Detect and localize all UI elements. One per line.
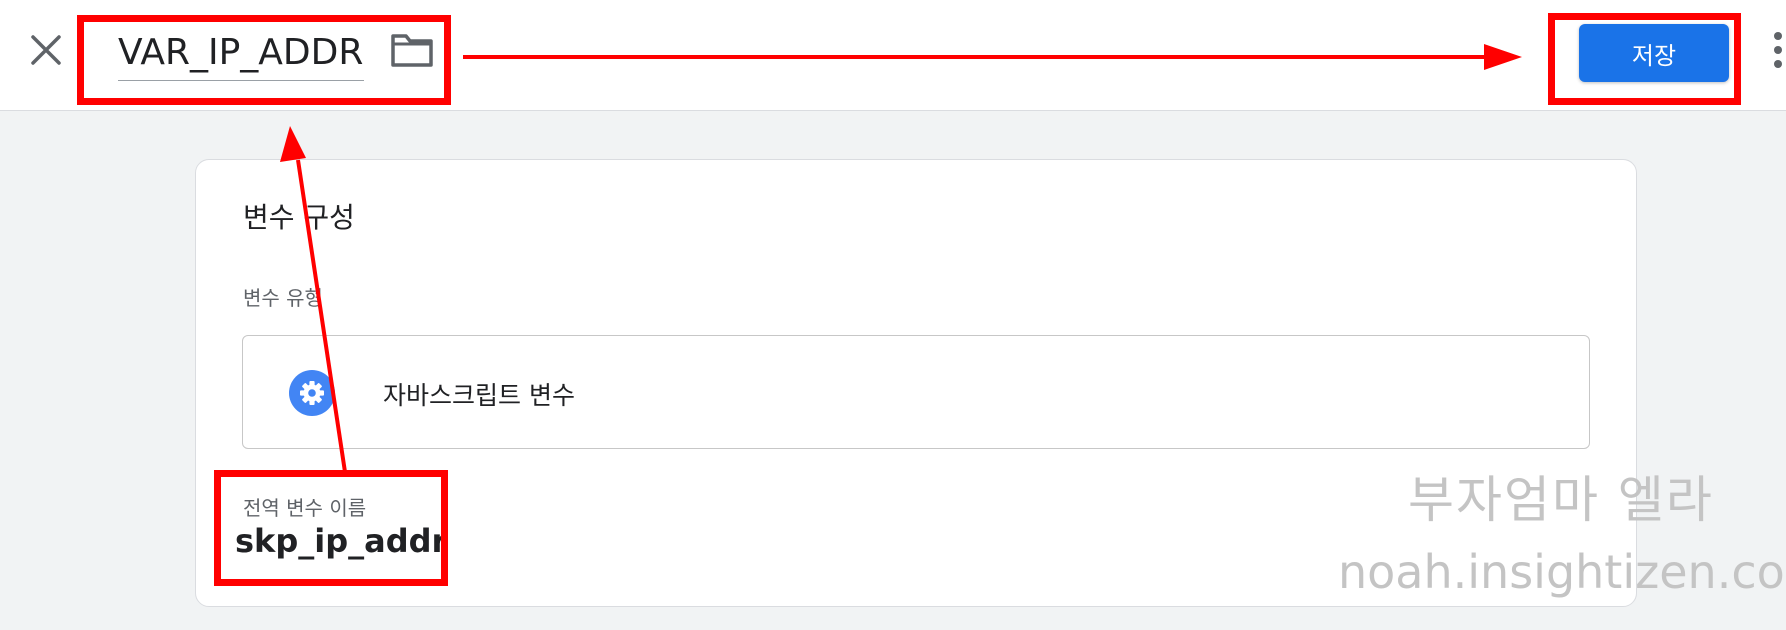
close-button[interactable] <box>26 30 66 70</box>
folder-icon <box>391 34 433 67</box>
global-variable-name-label: 전역 변수 이름 <box>243 496 367 520</box>
watermark-url: noah.insightizen.com <box>1338 545 1786 599</box>
more-menu-button[interactable] <box>1770 26 1786 76</box>
variable-type-label: 변수 유형 <box>243 286 323 310</box>
global-variable-name-value[interactable]: skp_ip_addr <box>235 522 447 560</box>
variable-type-name: 자바스크립트 변수 <box>383 381 575 410</box>
card-title: 변수 구성 <box>243 201 355 234</box>
close-icon <box>31 35 61 65</box>
variable-type-selector[interactable]: 자바스크립트 변수 <box>242 335 1590 449</box>
top-app-bar: 저장 <box>0 0 1786 111</box>
variable-config-card: 변수 구성 변수 유형 자바스크립트 변수 전역 변수 이름 skp_ip_ad… <box>195 159 1637 607</box>
more-vert-icon <box>1774 32 1782 40</box>
watermark-author: 부자엄마 엘라 <box>1408 471 1714 529</box>
variable-name-input[interactable] <box>118 24 364 81</box>
folder-button[interactable] <box>390 30 434 70</box>
gear-icon <box>289 370 335 416</box>
arrow-head-title <box>280 126 306 162</box>
save-button[interactable]: 저장 <box>1579 24 1729 82</box>
